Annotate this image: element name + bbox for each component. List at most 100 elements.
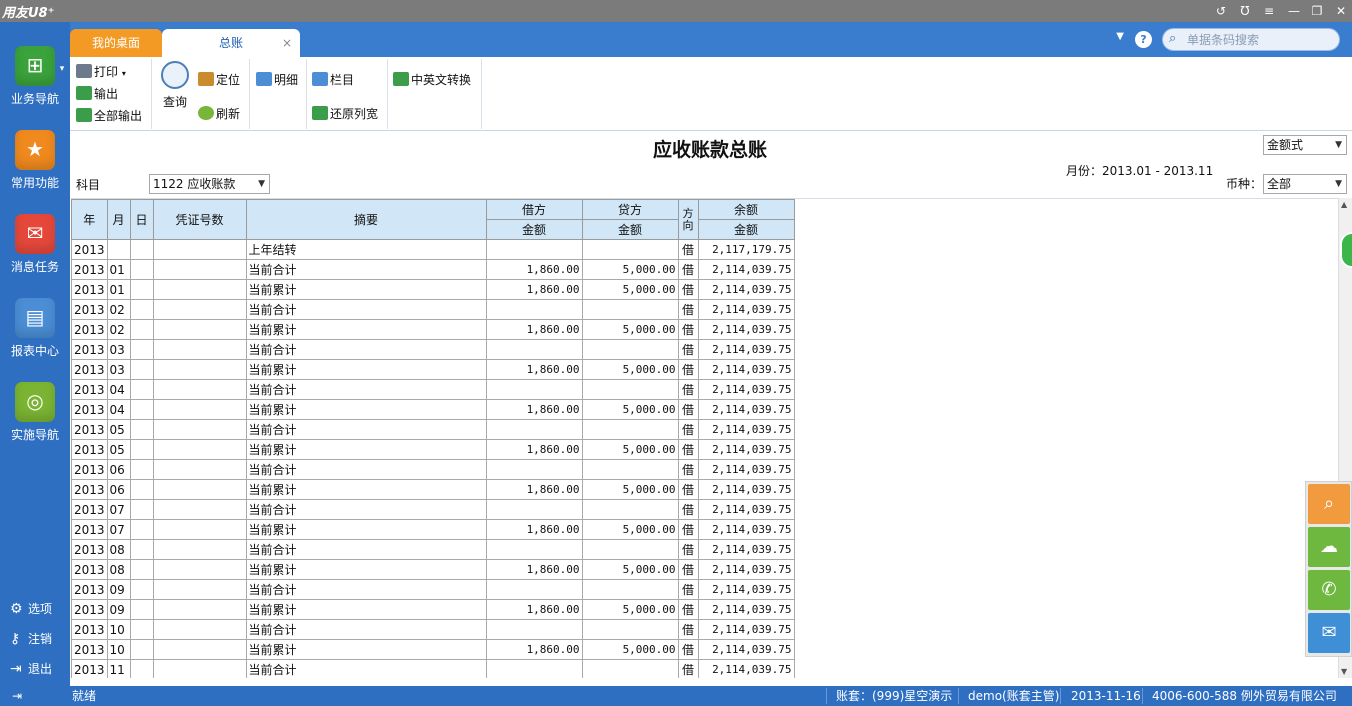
header-balance[interactable]: 余额 xyxy=(697,199,795,220)
menu-icon[interactable]: ≡ xyxy=(1258,1,1280,21)
cell-credit: 5,000.00 xyxy=(581,399,679,420)
inbox-icon[interactable]: ✉ xyxy=(1308,613,1350,653)
close-window-icon[interactable]: ✕ xyxy=(1330,1,1352,21)
tab-my-desktop[interactable]: 我的桌面 xyxy=(70,29,162,57)
cell-direction: 借 xyxy=(677,579,699,600)
subject-label: 科目 xyxy=(76,178,101,192)
cell-direction: 借 xyxy=(677,639,699,660)
scroll-up-icon[interactable]: ▲ xyxy=(1341,200,1347,209)
detail-button[interactable]: 明细 xyxy=(256,71,298,88)
table-row[interactable]: 2013 01 当前合计 1,860.00 5,000.00 借 2,114,039.75 xyxy=(71,259,795,280)
header-voucher[interactable]: 凭证号数 xyxy=(152,199,247,240)
nav-message[interactable]: ✉ 消息任务 xyxy=(0,214,70,275)
header-year[interactable]: 年 xyxy=(71,199,108,240)
collapse-nav-icon[interactable]: ⇥ xyxy=(12,686,22,706)
format-select[interactable]: 金额式 ▼ xyxy=(1263,135,1347,155)
table-row[interactable]: 2013 上年结转 借 2,117,179.75 xyxy=(71,239,795,260)
print-button[interactable]: 打印 ▾ xyxy=(76,63,126,80)
cell-credit: 5,000.00 xyxy=(581,259,679,280)
locate-button[interactable]: 定位 xyxy=(198,71,240,88)
header-month[interactable]: 月 xyxy=(106,199,131,240)
chevron-down-icon: ▼ xyxy=(1335,140,1342,150)
logout-button[interactable]: ⚷ 注销 xyxy=(10,630,52,647)
nav-report[interactable]: ▤ 报表中心 xyxy=(0,298,70,359)
table-row[interactable]: 2013 09 当前合计 借 2,114,039.75 xyxy=(71,579,795,600)
cell-direction: 借 xyxy=(677,539,699,560)
toolbar-separator xyxy=(387,59,388,129)
nav-business[interactable]: ⊞ 业务导航 xyxy=(0,46,70,107)
table-row[interactable]: 2013 07 当前累计 1,860.00 5,000.00 借 2,114,039.75 xyxy=(71,519,795,540)
scroll-down-icon[interactable]: ▼ xyxy=(1341,667,1347,676)
table-row[interactable]: 2013 05 当前累计 1,860.00 5,000.00 借 2,114,039.75 xyxy=(71,439,795,460)
header-summary[interactable]: 摘要 xyxy=(245,199,487,240)
cell-summary: 上年结转 xyxy=(245,239,487,260)
refresh-button[interactable]: 刷新 xyxy=(198,105,240,122)
header-credit-amount[interactable]: 金额 xyxy=(581,219,679,240)
table-row[interactable]: 2013 01 当前累计 1,860.00 5,000.00 借 2,114,039.75 xyxy=(71,279,795,300)
nav-implement[interactable]: ◎ 实施导航 xyxy=(0,382,70,443)
header-debit[interactable]: 借方 xyxy=(485,199,583,220)
search-input[interactable] xyxy=(1187,32,1332,48)
nav-common[interactable]: ★ 常用功能 xyxy=(0,130,70,191)
table-row[interactable]: 2013 09 当前累计 1,860.00 5,000.00 借 2,114,039.75 xyxy=(71,599,795,620)
cell-balance: 2,114,039.75 xyxy=(697,619,795,640)
refresh-label: 刷新 xyxy=(216,107,241,121)
help-icon[interactable]: ? xyxy=(1135,31,1152,48)
header-direction[interactable]: 方向 xyxy=(677,199,699,240)
cell-balance: 2,114,039.75 xyxy=(697,419,795,440)
header-day[interactable]: 日 xyxy=(129,199,154,240)
table-row[interactable]: 2013 04 当前合计 借 2,114,039.75 xyxy=(71,379,795,400)
query-button[interactable]: 查询 xyxy=(160,61,190,110)
cell-direction: 借 xyxy=(677,399,699,420)
table-row[interactable]: 2013 02 当前累计 1,860.00 5,000.00 借 2,114,039.75 xyxy=(71,319,795,340)
table-row[interactable]: 2013 07 当前合计 借 2,114,039.75 xyxy=(71,499,795,520)
currency-select[interactable]: 全部 ▼ xyxy=(1263,174,1347,194)
header-debit-amount[interactable]: 金额 xyxy=(485,219,583,240)
u8-icon[interactable]: Ʊ xyxy=(1234,1,1256,21)
cell-year: 2013 xyxy=(71,399,108,420)
floating-assistant-icon[interactable] xyxy=(1340,232,1352,268)
cell-day xyxy=(129,439,154,460)
cell-voucher xyxy=(152,459,247,480)
table-row[interactable]: 2013 06 当前合计 借 2,114,039.75 xyxy=(71,459,795,480)
subject-select[interactable]: 1122 应收账款 ▼ xyxy=(149,174,270,194)
export-button[interactable]: 输出 xyxy=(76,85,118,102)
close-icon[interactable]: × xyxy=(282,29,292,57)
search-icon[interactable]: ⌕ xyxy=(1169,31,1176,46)
refresh-icon xyxy=(198,106,214,120)
chat-icon[interactable]: ✆ xyxy=(1308,570,1350,610)
refresh-window-icon[interactable]: ↺ xyxy=(1210,1,1232,21)
table-row[interactable]: 2013 05 当前合计 借 2,114,039.75 xyxy=(71,419,795,440)
table-row[interactable]: 2013 03 当前合计 借 2,114,039.75 xyxy=(71,339,795,360)
tab-general-ledger[interactable]: 总账 × xyxy=(162,29,300,57)
table-row[interactable]: 2013 02 当前合计 借 2,114,039.75 xyxy=(71,299,795,320)
columns-button[interactable]: 栏目 xyxy=(312,71,354,88)
table-row[interactable]: 2013 08 当前累计 1,860.00 5,000.00 借 2,114,039.75 xyxy=(71,559,795,580)
cell-day xyxy=(129,539,154,560)
restore-icon[interactable]: ❐ xyxy=(1306,1,1328,21)
table-row[interactable]: 2013 11 当前合计 借 2,114,039.75 xyxy=(71,659,795,678)
exit-icon: ⇥ xyxy=(10,661,22,677)
table-row[interactable]: 2013 10 当前累计 1,860.00 5,000.00 借 2,114,039.75 xyxy=(71,639,795,660)
nav-expand-icon[interactable]: ▾ xyxy=(56,64,68,74)
table-row[interactable]: 2013 06 当前累计 1,860.00 5,000.00 借 2,114,039.75 xyxy=(71,479,795,500)
cell-day xyxy=(129,499,154,520)
cloud-icon[interactable]: ☁ xyxy=(1308,527,1350,567)
cell-year: 2013 xyxy=(71,579,108,600)
exit-button[interactable]: ⇥ 退出 xyxy=(10,660,52,677)
table-row[interactable]: 2013 08 当前合计 借 2,114,039.75 xyxy=(71,539,795,560)
export-all-button[interactable]: 全部输出 xyxy=(76,107,142,124)
search-icon[interactable]: ⌕ xyxy=(1308,484,1350,524)
restore-width-button[interactable]: 还原列宽 xyxy=(312,105,378,122)
printer-icon xyxy=(76,64,92,78)
chevron-down-icon[interactable]: ▼ xyxy=(1116,31,1124,42)
table-row[interactable]: 2013 04 当前累计 1,860.00 5,000.00 借 2,114,039.75 xyxy=(71,399,795,420)
table-row[interactable]: 2013 03 当前累计 1,860.00 5,000.00 借 2,114,039.75 xyxy=(71,359,795,380)
cell-year: 2013 xyxy=(71,439,108,460)
lang-switch-button[interactable]: 中英文转换 xyxy=(393,71,471,88)
header-balance-amount[interactable]: 金额 xyxy=(697,219,795,240)
options-button[interactable]: ⚙ 选项 xyxy=(10,600,52,617)
table-row[interactable]: 2013 10 当前合计 借 2,114,039.75 xyxy=(71,619,795,640)
minimize-icon[interactable]: — xyxy=(1283,1,1305,21)
header-credit[interactable]: 贷方 xyxy=(581,199,679,220)
